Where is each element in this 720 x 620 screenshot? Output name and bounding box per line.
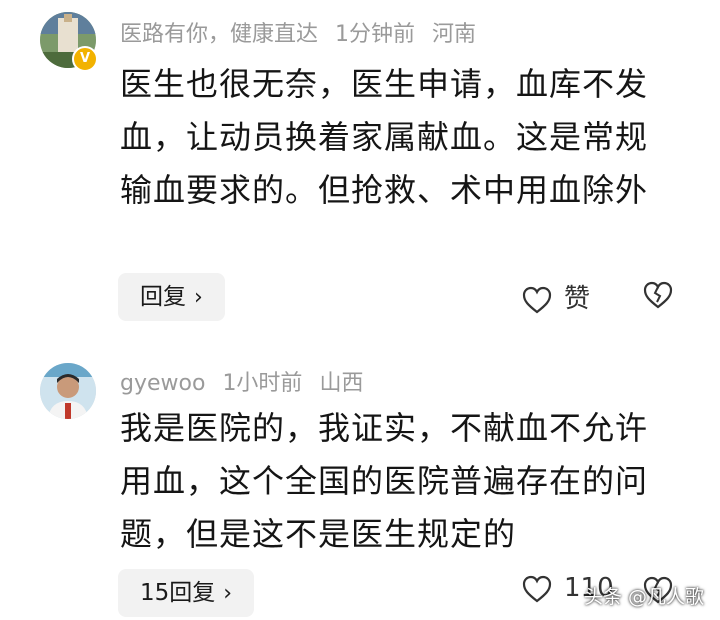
chevron-right-icon: › — [194, 285, 203, 310]
comment-item: V 医路有你，健康直达 1分钟前 河南 医生也很无奈，医生申请，血库不发血，让动… — [0, 0, 720, 340]
like-button[interactable]: 赞 — [522, 278, 590, 318]
like-label: 赞 — [564, 284, 591, 314]
username[interactable]: gyewoo — [120, 371, 205, 396]
heart-outline-icon — [522, 286, 552, 313]
location: 河南 — [432, 22, 477, 47]
location: 山西 — [319, 371, 364, 396]
comment-text: 我是医院的，我证实，不献血不允许用血，这个全国的医院普遍存在的问题，但是这不是医… — [120, 409, 649, 553]
comment-item: gyewoo 1小时前 山西 我是医院的，我证实，不献血不允许用血，这个全国的医… — [0, 345, 720, 620]
reply-label: 回复 — [140, 284, 186, 310]
verified-badge: V — [72, 46, 98, 72]
reply-button[interactable]: 15回复 › — [118, 569, 255, 617]
broken-heart-icon — [643, 281, 673, 309]
heart-outline-icon — [522, 575, 552, 602]
username[interactable]: 医路有你，健康直达 — [120, 22, 318, 47]
comment-meta: 医路有你，健康直达 1分钟前 河南 — [120, 16, 486, 48]
timestamp: 1小时前 — [222, 371, 303, 396]
reply-label: 15回复 — [140, 580, 216, 606]
comment-text: 医生也很无奈，医生申请，血库不发血，让动员换着家属献血。这是常规输血要求的。但抢… — [120, 65, 649, 209]
timestamp: 1分钟前 — [335, 22, 416, 47]
avatar[interactable] — [40, 363, 96, 419]
dislike-button[interactable] — [642, 280, 674, 314]
reply-button[interactable]: 回复 › — [118, 273, 225, 321]
chevron-right-icon: › — [223, 581, 233, 606]
comment-meta: gyewoo 1小时前 山西 — [120, 365, 373, 397]
watermark: 头条 @凡人歌 — [584, 586, 705, 608]
